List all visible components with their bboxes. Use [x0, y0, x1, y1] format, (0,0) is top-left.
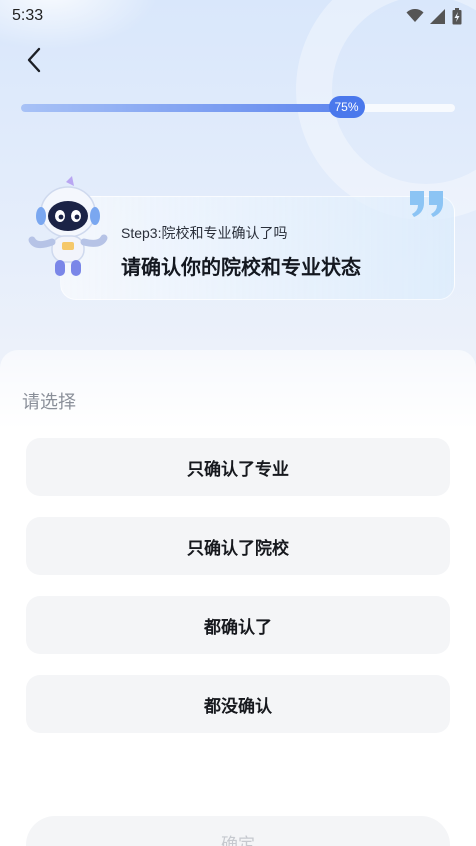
mascot-illustration — [28, 176, 108, 276]
option-both-confirmed[interactable]: 都确认了 — [26, 596, 450, 654]
back-arrow-icon — [27, 47, 41, 73]
battery-charging-icon — [452, 7, 462, 24]
progress-fill — [21, 104, 347, 112]
option-none-confirmed[interactable]: 都没确认 — [26, 675, 450, 733]
option-school-confirmed[interactable]: 只确认了院校 — [26, 517, 450, 575]
back-button[interactable] — [18, 44, 50, 76]
status-time: 5:33 — [12, 7, 44, 24]
sheet-label: 请选择 — [22, 392, 76, 413]
quote-icon — [410, 191, 443, 217]
progress-badge: 75% — [328, 96, 365, 118]
confirm-button[interactable]: 确定 — [26, 816, 450, 846]
progress-bar: 75% — [21, 96, 455, 118]
wifi-icon — [406, 9, 424, 22]
prompt-headline: 请确认你的院校和专业状态 — [121, 255, 361, 279]
step-subtitle: Step3:院校和专业确认了吗 — [121, 225, 288, 241]
option-sheet: 请选择 只确认了专业 只确认了院校 都确认了 都没确认 确定 — [0, 350, 476, 846]
cellular-signal-icon — [430, 8, 445, 24]
option-major-confirmed[interactable]: 只确认了专业 — [26, 438, 450, 496]
status-bar: 5:33 — [0, 0, 476, 32]
prompt-card: Step3:院校和专业确认了吗 请确认你的院校和专业状态 — [60, 191, 455, 300]
status-icons — [406, 7, 462, 25]
